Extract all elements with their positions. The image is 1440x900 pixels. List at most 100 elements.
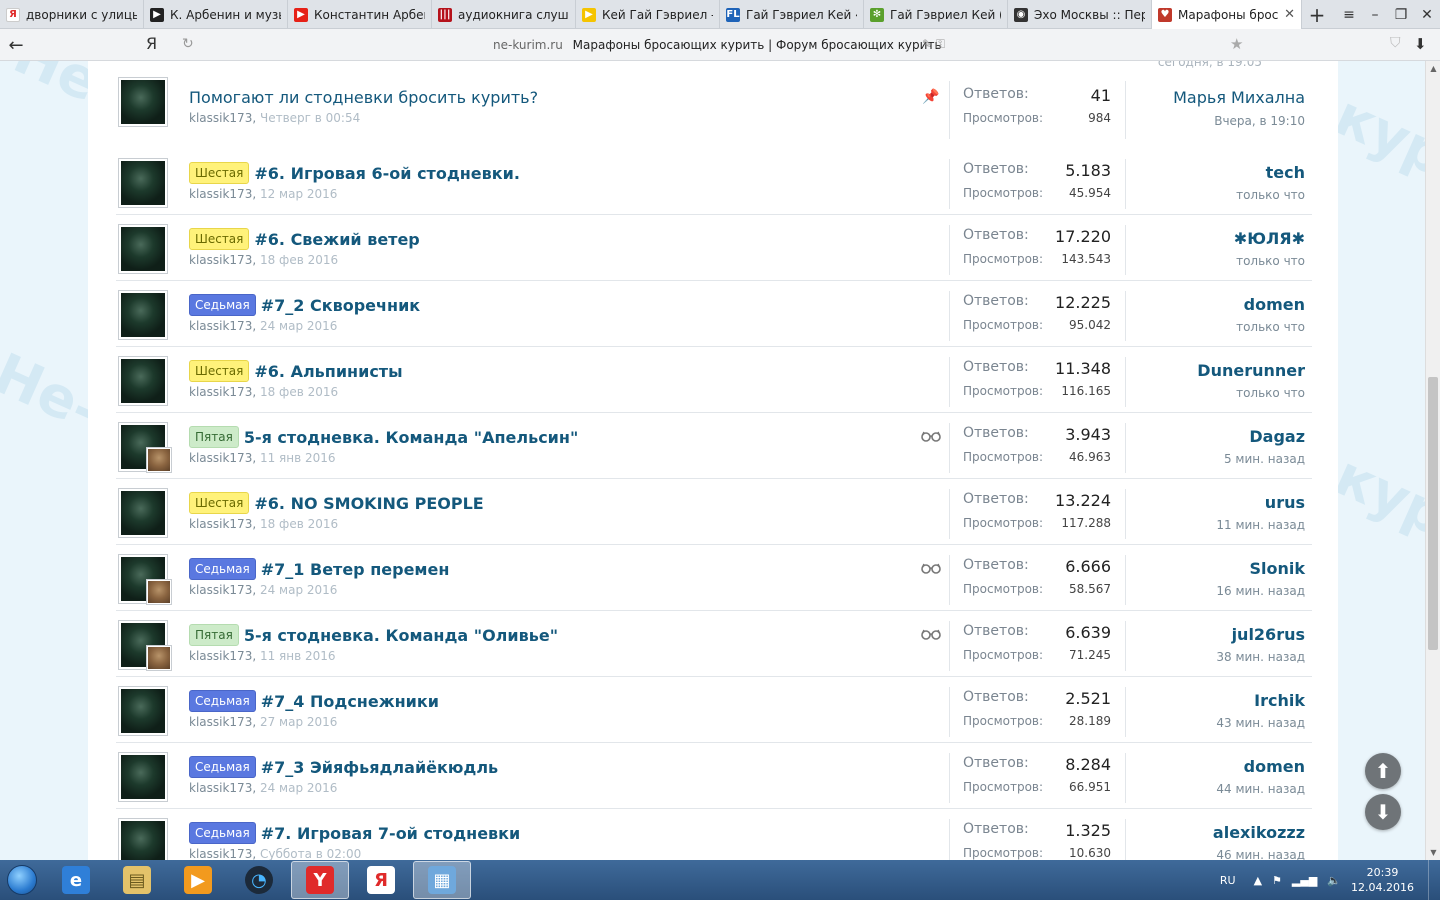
browser-tab[interactable]: ▶ К. Арбенин и музык bbox=[144, 0, 288, 29]
scroll-to-top-button[interactable]: ⬆ bbox=[1365, 753, 1401, 789]
restore-button[interactable]: ❐ bbox=[1388, 0, 1414, 29]
taskbar-explorer-icon[interactable]: ▤ bbox=[108, 861, 166, 899]
avatar[interactable] bbox=[118, 488, 168, 538]
volume-icon[interactable]: 🔈 bbox=[1327, 874, 1341, 887]
taskbar-picture-icon[interactable]: ▦ bbox=[413, 861, 471, 899]
taskbar-ie-icon[interactable]: e bbox=[47, 861, 105, 899]
language-indicator[interactable]: RU bbox=[1220, 874, 1236, 887]
thread-title[interactable]: #6. Альпинисты bbox=[254, 362, 402, 381]
scroll-down-arrow-icon[interactable]: ▼ bbox=[1426, 845, 1440, 860]
last-poster-avatar[interactable] bbox=[146, 645, 172, 671]
thread-title[interactable]: 5-я стодневка. Команда "Апельсин" bbox=[244, 428, 578, 447]
thread-row[interactable]: Седьмая #7_2 Скворечник klassik173, 24 мар… bbox=[116, 281, 1312, 347]
last-post-time[interactable]: 44 мин. назад bbox=[1216, 782, 1305, 796]
thread-prefix-badge[interactable]: Шестая bbox=[189, 492, 250, 514]
thread-row[interactable]: Шестая #6. Альпинисты klassik173, 18 фев 2… bbox=[116, 347, 1312, 413]
last-post-user[interactable]: domen bbox=[1244, 757, 1305, 776]
last-post-user[interactable]: Irchik bbox=[1254, 691, 1305, 710]
browser-tab[interactable]: ||| аудиокнига слушат bbox=[432, 0, 576, 29]
browser-tab[interactable]: Ядворники с улицы bbox=[0, 0, 144, 29]
thread-prefix-badge[interactable]: Шестая bbox=[189, 162, 250, 184]
taskbar-media-player-icon[interactable]: ▶ bbox=[169, 861, 227, 899]
last-post-time[interactable]: только что bbox=[1236, 254, 1305, 268]
thread-row[interactable]: Седьмая #7_3 Эйяфьядлайёкюдль klassik173, … bbox=[116, 743, 1312, 809]
back-button[interactable]: ← bbox=[4, 33, 28, 57]
bookmark-star-icon[interactable]: ★ bbox=[1230, 35, 1243, 53]
download-icon[interactable]: ⬇ bbox=[1414, 35, 1427, 53]
browser-tab[interactable]: ✻ Гай Гэвриел Кей (G bbox=[864, 0, 1008, 29]
taskbar-app-icon[interactable]: ◔ bbox=[230, 861, 288, 899]
tray-flag-icon[interactable]: ⚑ bbox=[1272, 874, 1282, 887]
thread-author[interactable]: klassik173 bbox=[189, 253, 252, 267]
thread-prefix-badge[interactable]: Пятая bbox=[189, 624, 239, 646]
last-poster-avatar[interactable] bbox=[146, 447, 172, 473]
thread-row[interactable]: Шестая #6. Свежий ветер klassik173, 18 фев… bbox=[116, 215, 1312, 281]
thread-author[interactable]: klassik173 bbox=[189, 319, 252, 333]
thread-title[interactable]: #7_1 Ветер перемен bbox=[261, 560, 450, 579]
avatar[interactable] bbox=[118, 77, 168, 127]
last-post-time[interactable]: 11 мин. назад bbox=[1216, 518, 1305, 532]
menu-button[interactable]: ≡ bbox=[1336, 0, 1362, 29]
thread-author[interactable]: klassik173 bbox=[189, 781, 252, 795]
close-window-button[interactable]: ✕ bbox=[1414, 0, 1440, 29]
thread-author[interactable]: klassik173 bbox=[189, 187, 252, 201]
last-post-time[interactable]: 5 мин. назад bbox=[1224, 452, 1305, 466]
avatar[interactable] bbox=[118, 686, 168, 736]
thread-author[interactable]: klassik173 bbox=[189, 847, 252, 860]
thread-author[interactable]: klassik173 bbox=[189, 649, 252, 663]
browser-tab[interactable]: ▶ Кей Гай Гэвриел - П bbox=[576, 0, 720, 29]
minimize-button[interactable]: – bbox=[1362, 0, 1388, 29]
scroll-to-bottom-button[interactable]: ⬇ bbox=[1365, 794, 1401, 830]
last-post-time[interactable]: 38 мин. назад bbox=[1216, 650, 1305, 664]
last-post-user[interactable]: Dunerunner bbox=[1197, 361, 1305, 380]
browser-tab[interactable]: ◉ Эхо Москвы :: Пере bbox=[1008, 0, 1152, 29]
new-tab-button[interactable]: + bbox=[1302, 0, 1332, 29]
thread-prefix-badge[interactable]: Шестая bbox=[189, 360, 250, 382]
thread-row[interactable]: Пятая 5-я стодневка. Команда "Оливье" klas… bbox=[116, 611, 1312, 677]
thread-row[interactable]: Седьмая #7. Игровая 7-ой стодневки klassik… bbox=[116, 809, 1312, 860]
start-button[interactable] bbox=[0, 860, 44, 900]
last-post-user[interactable]: alexikozzz bbox=[1213, 823, 1305, 842]
thread-author[interactable]: klassik173 bbox=[189, 583, 252, 597]
thread-title[interactable]: #7_2 Скворечник bbox=[261, 296, 420, 315]
thread-prefix-badge[interactable]: Шестая bbox=[189, 228, 250, 250]
thread-prefix-badge[interactable]: Седьмая bbox=[189, 690, 256, 712]
last-post-user[interactable]: domen bbox=[1244, 295, 1305, 314]
clock[interactable]: 20:39 12.04.2016 bbox=[1351, 865, 1414, 895]
thread-row[interactable]: Шестая #6. Игровая 6-ой стодневки. klassik… bbox=[116, 149, 1312, 215]
vertical-scrollbar[interactable]: ▲ ▼ bbox=[1425, 61, 1440, 860]
last-post-user[interactable]: jul26rus bbox=[1232, 625, 1305, 644]
thread-row[interactable]: Седьмая #7_1 Ветер перемен klassik173, 24 … bbox=[116, 545, 1312, 611]
thread-title[interactable]: 5-я стодневка. Команда "Оливье" bbox=[244, 626, 558, 645]
last-post-user[interactable]: Марья Михална bbox=[1173, 88, 1305, 107]
last-post-time[interactable]: только что bbox=[1236, 320, 1305, 334]
tray-expand-icon[interactable]: ▲ bbox=[1254, 874, 1262, 887]
thread-author[interactable]: klassik173 bbox=[189, 451, 252, 465]
avatar[interactable] bbox=[118, 158, 168, 208]
last-post-user[interactable]: urus bbox=[1265, 493, 1305, 512]
network-icon[interactable]: ▂▄▆ bbox=[1292, 874, 1317, 887]
avatar[interactable] bbox=[118, 356, 168, 406]
last-post-user[interactable]: Slonik bbox=[1249, 559, 1305, 578]
last-post-time[interactable]: 43 мин. назад bbox=[1216, 716, 1305, 730]
last-post-time[interactable]: 16 мин. назад bbox=[1216, 584, 1305, 598]
scrollbar-thumb[interactable] bbox=[1428, 377, 1438, 650]
yandex-icon[interactable]: Я bbox=[146, 34, 157, 53]
avatar[interactable] bbox=[118, 752, 168, 802]
taskbar-yandex-icon[interactable]: Y bbox=[291, 861, 349, 899]
last-post-time[interactable]: только что bbox=[1236, 188, 1305, 202]
thread-prefix-badge[interactable]: Седьмая bbox=[189, 558, 256, 580]
shield-icon[interactable]: ⛉ bbox=[1390, 35, 1401, 51]
last-post-time[interactable]: только что bbox=[1236, 386, 1305, 400]
url-field[interactable]: ne-kurim.ru Марафоны бросающих курить | … bbox=[493, 38, 942, 52]
avatar[interactable] bbox=[118, 818, 168, 860]
last-post-time[interactable]: 46 мин. назад bbox=[1216, 848, 1305, 860]
last-post-user[interactable]: ✱ЮЛЯ✱ bbox=[1234, 229, 1305, 248]
thread-title[interactable]: #7_4 Подснежники bbox=[261, 692, 439, 711]
thread-title[interactable]: #6. Игровая 6-ой стодневки. bbox=[254, 164, 520, 183]
thread-row-sticky[interactable]: Помогают ли стодневки бросить курить? kl… bbox=[116, 68, 1312, 139]
reload-icon[interactable]: ↻ bbox=[182, 36, 194, 52]
thread-prefix-badge[interactable]: Пятая bbox=[189, 426, 239, 448]
thread-title[interactable]: #7_3 Эйяфьядлайёкюдль bbox=[261, 758, 498, 777]
thread-row[interactable]: Шестая #6. NO SMOKING PEOPLE klassik173, 1… bbox=[116, 479, 1312, 545]
